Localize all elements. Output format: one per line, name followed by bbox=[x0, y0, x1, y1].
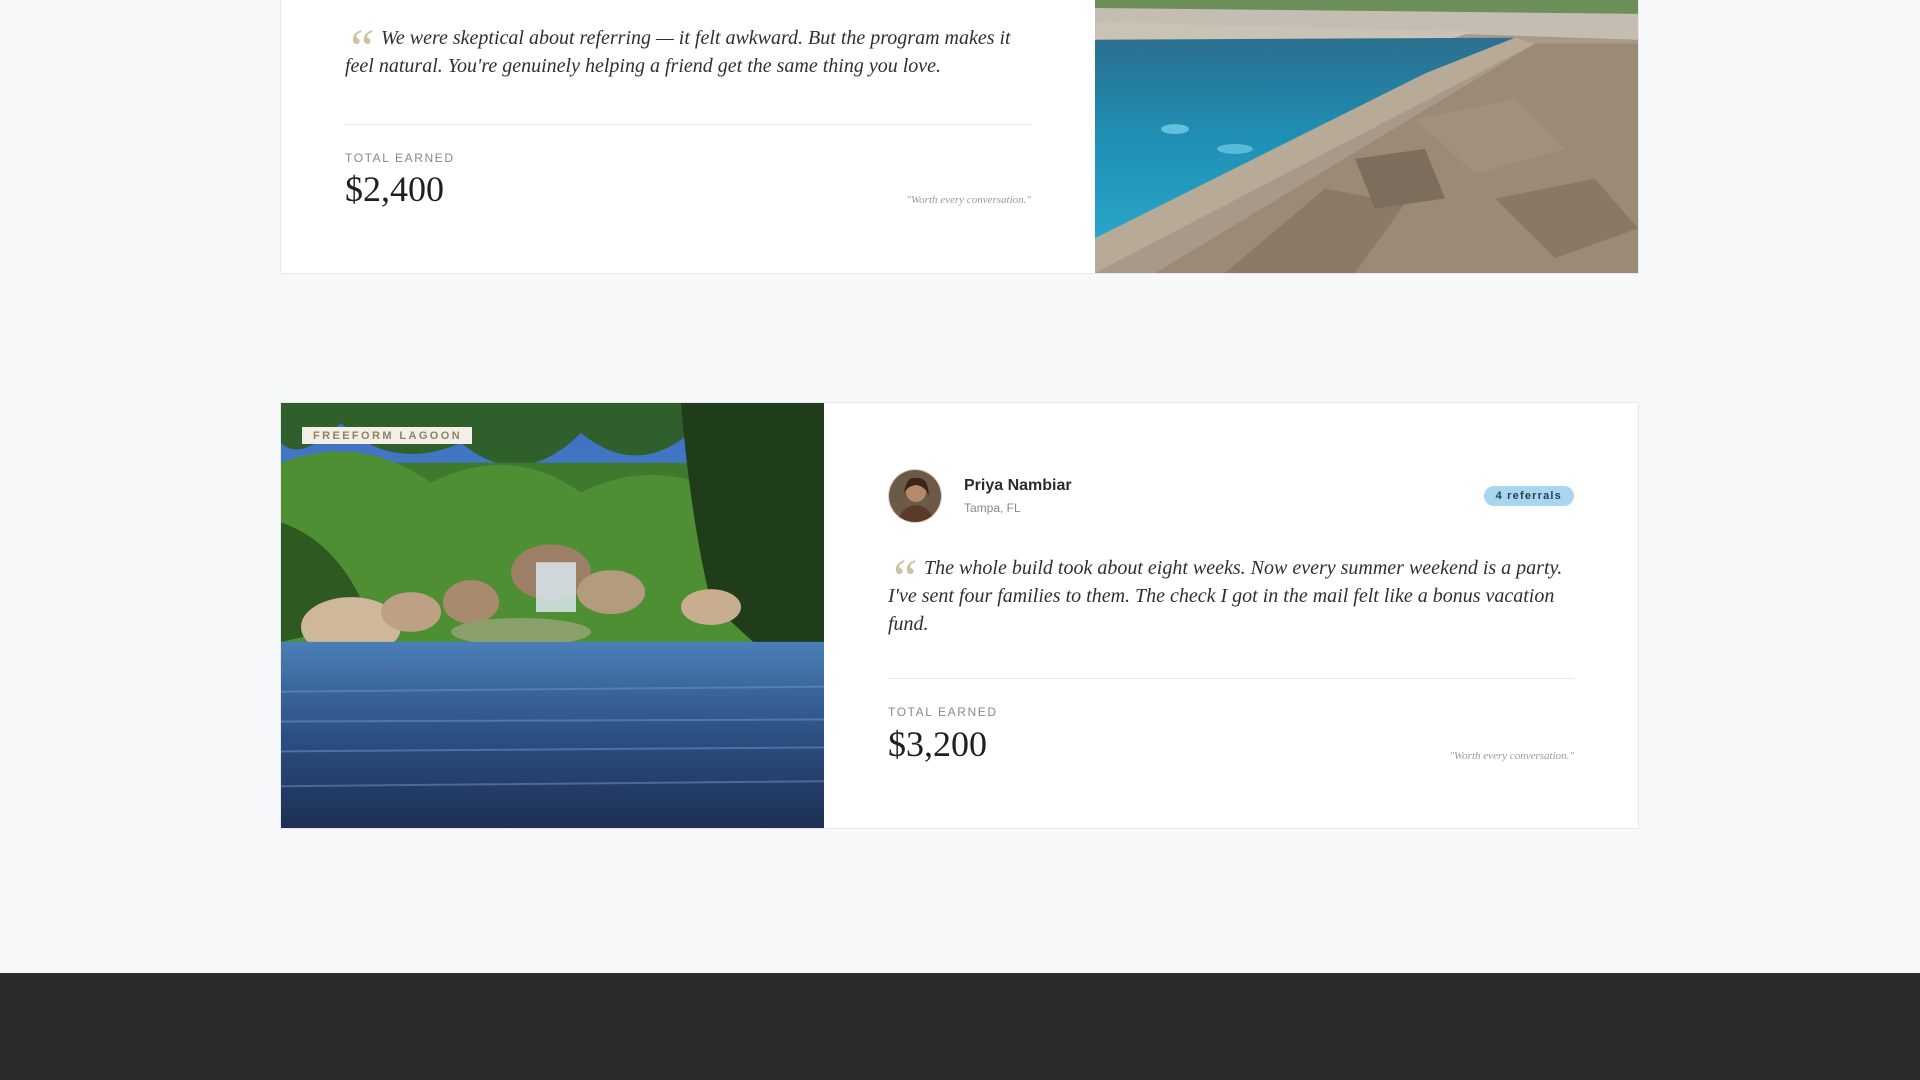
pool-photo bbox=[1095, 0, 1638, 273]
avatar-image bbox=[889, 470, 941, 522]
divider bbox=[888, 678, 1574, 679]
tagline: "Worth every conversation." bbox=[1449, 750, 1574, 762]
testimonial-quote: “The whole build took about eight weeks.… bbox=[888, 551, 1574, 638]
author-location: Tampa, FL bbox=[964, 501, 1021, 515]
lagoon-photo-illustration bbox=[281, 403, 824, 828]
author-row: Priya Nambiar Tampa, FL 4 referrals bbox=[888, 468, 1574, 524]
total-earned-label: TOTAL EARNED bbox=[888, 705, 998, 719]
total-earned-value: $2,400 bbox=[345, 169, 444, 209]
page-footer bbox=[0, 973, 1920, 1080]
total-earned-value: $3,200 bbox=[888, 724, 987, 764]
testimonial-card: FREEFORM LAGOON Priya Nambiar Tampa, FL … bbox=[280, 402, 1639, 829]
pool-photo-illustration bbox=[1095, 0, 1638, 273]
avatar bbox=[888, 469, 942, 523]
quote-text: The whole build took about eight weeks. … bbox=[888, 557, 1563, 635]
author-meta: Priya Nambiar Tampa, FL bbox=[964, 477, 1072, 515]
total-earned-label: TOTAL EARNED bbox=[345, 151, 455, 165]
quote-text: We were skeptical about referring — it f… bbox=[345, 27, 1011, 77]
lagoon-photo: FREEFORM LAGOON bbox=[281, 403, 824, 828]
divider bbox=[345, 124, 1031, 125]
testimonial-content: “We were skeptical about referring — it … bbox=[281, 0, 1095, 273]
tagline: "Worth every conversation." bbox=[906, 194, 1031, 206]
testimonial-card: “We were skeptical about referring — it … bbox=[280, 0, 1639, 274]
referrals-badge: 4 referrals bbox=[1483, 486, 1574, 506]
pool-style-tag: FREEFORM LAGOON bbox=[302, 427, 473, 444]
testimonial-content: Priya Nambiar Tampa, FL 4 referrals “The… bbox=[824, 403, 1638, 828]
testimonial-quote: “We were skeptical about referring — it … bbox=[345, 21, 1031, 80]
author-name: Priya Nambiar bbox=[964, 477, 1072, 494]
